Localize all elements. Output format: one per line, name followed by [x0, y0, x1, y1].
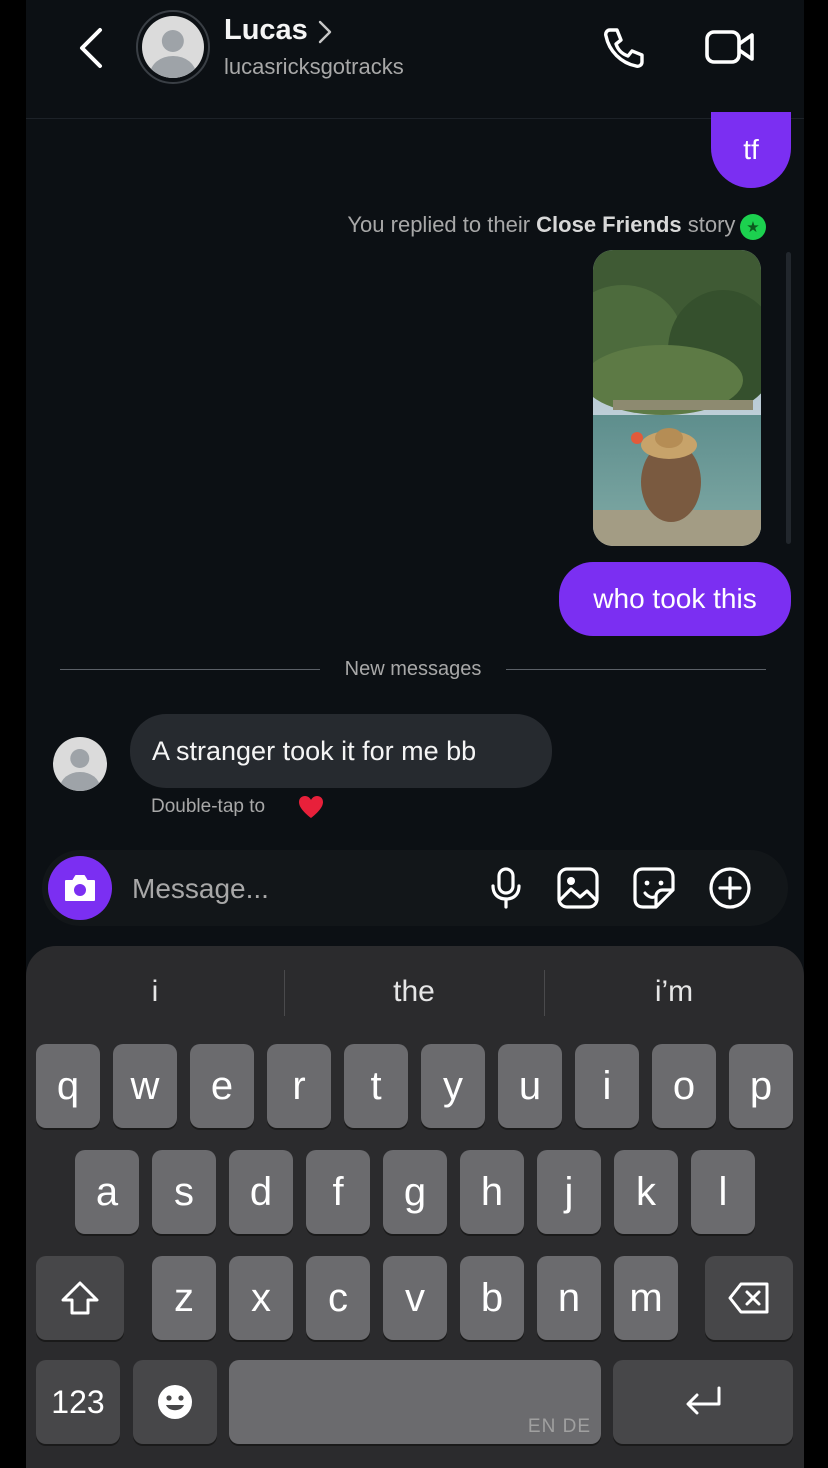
heart-icon [299, 796, 323, 818]
key[interactable]: x [229, 1256, 293, 1340]
key[interactable]: y [421, 1044, 485, 1128]
message-input[interactable] [130, 864, 474, 914]
close-friends-star-icon: ★ [740, 214, 766, 240]
key[interactable]: b [460, 1256, 524, 1340]
shift-icon [61, 1281, 99, 1315]
story-reply-note: You replied to their Close Friends story [347, 212, 736, 237]
keyboard: i the i’m q w e r t y u i o p a s d f g … [26, 946, 804, 1468]
back-arrow-icon[interactable] [76, 26, 106, 70]
contact-username[interactable]: lucasricksgotracks [224, 54, 404, 80]
key[interactable]: n [537, 1256, 601, 1340]
key[interactable]: e [190, 1044, 254, 1128]
phone-icon[interactable] [600, 24, 648, 72]
key[interactable]: z [152, 1256, 216, 1340]
key[interactable]: m [614, 1256, 678, 1340]
story-photo[interactable] [593, 250, 761, 546]
outgoing-message[interactable]: tf [711, 112, 791, 188]
new-messages-divider: New messages [60, 658, 768, 682]
sender-avatar[interactable] [53, 737, 107, 791]
microphone-icon[interactable] [484, 866, 528, 910]
key[interactable]: c [306, 1256, 370, 1340]
double-tap-hint: Double-tap to [151, 796, 266, 817]
key[interactable]: o [652, 1044, 716, 1128]
key[interactable]: p [729, 1044, 793, 1128]
emoji-key[interactable] [133, 1360, 217, 1444]
key[interactable]: s [152, 1150, 216, 1234]
key[interactable]: f [306, 1150, 370, 1234]
camera-icon [65, 875, 95, 901]
return-key[interactable] [613, 1360, 793, 1444]
key[interactable]: a [75, 1150, 139, 1234]
camera-button[interactable] [48, 856, 112, 920]
incoming-message[interactable]: A stranger took it for me bb [130, 714, 552, 788]
gallery-icon[interactable] [556, 866, 600, 910]
backspace-key[interactable] [705, 1256, 793, 1340]
chat-header: Lucas lucasricksgotracks [26, 0, 804, 119]
scrollbar[interactable] [786, 252, 791, 544]
key[interactable]: r [267, 1044, 331, 1128]
key[interactable]: j [537, 1150, 601, 1234]
key[interactable]: v [383, 1256, 447, 1340]
suggestion[interactable]: the [285, 964, 543, 1020]
key[interactable]: w [113, 1044, 177, 1128]
contact-name[interactable]: Lucas [224, 14, 308, 47]
key[interactable]: q [36, 1044, 100, 1128]
key[interactable]: h [460, 1150, 524, 1234]
numbers-key[interactable]: 123 [36, 1360, 120, 1444]
key[interactable]: t [344, 1044, 408, 1128]
key[interactable]: i [575, 1044, 639, 1128]
space-key[interactable]: EN DE [229, 1360, 601, 1444]
suggestion[interactable]: i [26, 964, 284, 1020]
emoji-icon [158, 1385, 192, 1419]
key[interactable]: u [498, 1044, 562, 1128]
message-composer [42, 850, 788, 926]
outgoing-message[interactable]: who took this [559, 562, 791, 636]
backspace-icon [728, 1282, 769, 1314]
key[interactable]: l [691, 1150, 755, 1234]
plus-circle-icon[interactable] [708, 866, 752, 910]
video-camera-icon[interactable] [704, 24, 756, 70]
suggestion[interactable]: i’m [545, 964, 803, 1020]
key[interactable]: d [229, 1150, 293, 1234]
phone-screen: Lucas lucasricksgotracks tf You replied … [26, 0, 804, 1468]
sticker-icon[interactable] [632, 866, 676, 910]
return-icon [686, 1386, 721, 1415]
language-indicator: EN DE [527, 1416, 591, 1437]
chevron-right-icon[interactable] [318, 20, 332, 44]
shift-key[interactable] [36, 1256, 124, 1340]
contact-avatar[interactable] [136, 10, 210, 84]
key[interactable]: g [383, 1150, 447, 1234]
key[interactable]: k [614, 1150, 678, 1234]
